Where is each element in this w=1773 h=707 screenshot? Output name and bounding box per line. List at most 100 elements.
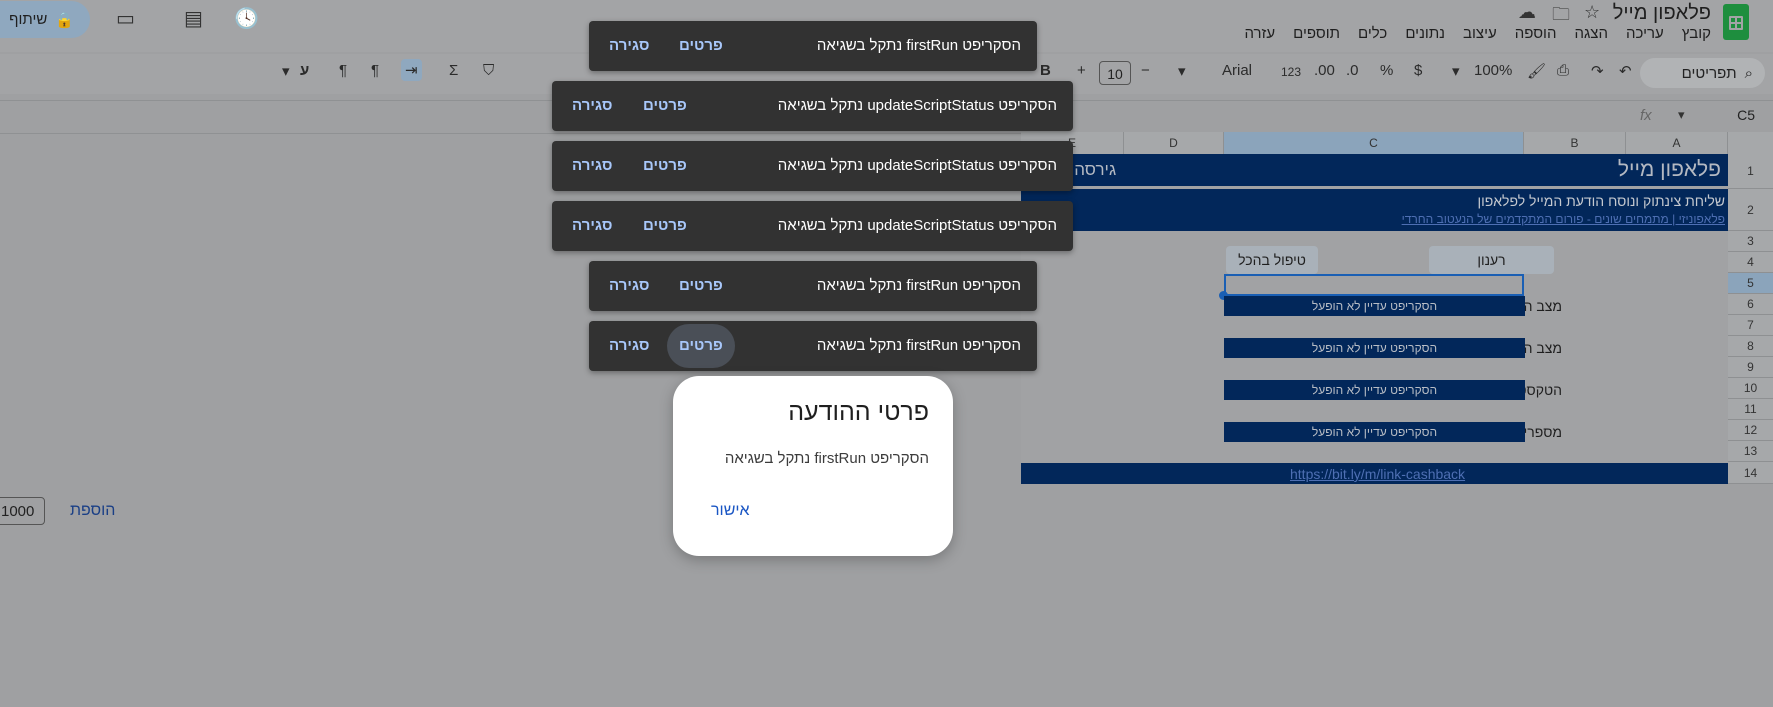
number-format-button[interactable]: 123 [1281,65,1301,79]
snackbar-close-button[interactable]: סגירה [609,261,650,311]
refresh-button[interactable]: רענון [1429,246,1554,274]
menu-help[interactable]: עזרה [1244,25,1275,42]
font-size-increase-icon[interactable]: + [1077,62,1086,79]
footer-link[interactable]: https://bit.ly/m/link-cashback [1290,466,1465,482]
text-direction-active-icon[interactable]: ⇥ [401,59,422,81]
menu-edit[interactable]: עריכה [1626,25,1664,42]
menu-data[interactable]: נתונים [1405,25,1445,42]
error-snackbar: הסקריפט updateScriptStatus נתקל בשגיאה פ… [552,141,1073,191]
font-size-input[interactable]: 10 [1099,61,1131,85]
zoom-select[interactable]: 100% [1474,62,1512,79]
currency-format-button[interactable]: $ [1414,62,1422,79]
menu-view[interactable]: הצגה [1574,25,1608,42]
row-header[interactable]: 5 [1728,273,1773,294]
handle-all-button[interactable]: טיפול בהכל [1226,246,1318,274]
star-icon[interactable]: ☆ [1584,2,1600,23]
menu-file[interactable]: קובץ [1682,25,1711,42]
message-details-dialog: פרטי ההודעה הסקריפט firstRun נתקל בשגיאה… [673,376,953,556]
lock-icon: 🔒 [55,11,74,29]
row-header[interactable]: 6 [1728,294,1773,315]
snackbar-details-button[interactable]: פרטים [643,141,687,191]
add-rows-button[interactable]: הוספת [70,502,115,520]
snackbar-details-button[interactable]: פרטים [643,201,687,251]
decrease-decimal-button[interactable]: .0 [1346,62,1359,79]
rows-count-input[interactable]: 1000 [0,497,45,525]
banner-subtitle: שליחת צינתוק ונוסח הודעת המייל לפלאפון [1477,193,1725,209]
bold-button[interactable]: B [1040,62,1051,79]
fx-label: fx [1640,107,1652,124]
menu-insert[interactable]: הוספה [1515,25,1557,42]
dialog-ok-button[interactable]: אישור [711,502,750,520]
error-snackbar: הסקריפט updateScriptStatus נתקל בשגיאה פ… [552,201,1073,251]
row-header[interactable]: 10 [1728,378,1773,399]
row-header[interactable]: 1 [1728,154,1773,189]
select-all-corner[interactable] [1728,132,1773,154]
column-header-d[interactable]: D [1124,132,1224,154]
menu-tools[interactable]: כלים [1358,25,1387,42]
rtl-icon[interactable]: ¶ [339,62,347,79]
percent-format-button[interactable]: % [1380,62,1393,79]
snackbar-message: הסקריפט firstRun נתקל בשגיאה [816,277,1021,294]
document-title[interactable]: פלאפון מייל [1613,2,1711,25]
snackbar-close-button[interactable]: סגירה [572,201,613,251]
banner-title: פלאפון מייל [1617,158,1721,181]
font-size-decrease-icon[interactable]: − [1141,62,1150,79]
menu-search[interactable]: תפריטים ⌕ [1640,58,1765,88]
row-header[interactable]: 13 [1728,441,1773,462]
comments-icon[interactable]: ▤ [184,6,203,31]
filter-icon[interactable]: ⛉ [483,62,494,79]
meet-icon[interactable]: ▭ [116,6,135,31]
snackbar-close-button[interactable]: סגירה [609,321,650,371]
status-value-search-text[interactable]: הסקריפט עדיין לא הופעל [1224,380,1525,400]
row-header[interactable]: 3 [1728,231,1773,252]
status-value-numbers[interactable]: הסקריפט עדיין לא הופעל [1224,422,1525,442]
print-icon[interactable]: ⎙ [1557,62,1569,79]
dialog-body: הסקריפט firstRun נתקל בשגיאה [724,450,929,467]
row-header[interactable]: 2 [1728,189,1773,231]
snackbar-close-button[interactable]: סגירה [609,21,650,71]
row-header[interactable]: 12 [1728,420,1773,441]
banner-links[interactable]: פלאפוניזי | מתמחים שונים - פורום המתקדמי… [1402,212,1725,226]
undo-icon[interactable]: ↶ [1619,62,1632,80]
menu-bar: קובץ עריכה הצגה הוספה עיצוב נתונים כלים … [1244,25,1711,42]
snackbar-message: הסקריפט updateScriptStatus נתקל בשגיאה [777,157,1057,174]
status-value-triggers[interactable]: הסקריפט עדיין לא הופעל [1224,296,1525,316]
snackbar-details-button[interactable]: פרטים [667,324,735,368]
snackbar-close-button[interactable]: סגירה [572,81,613,131]
snackbar-message: הסקריפט updateScriptStatus נתקל בשגיאה [777,97,1057,114]
chevron-down-icon: ▾ [1452,63,1460,80]
row-header[interactable]: 7 [1728,315,1773,336]
column-header-c[interactable]: C [1224,132,1524,154]
row-header[interactable]: 14 [1728,462,1773,484]
menu-search-label: תפריטים [1681,64,1737,82]
snackbar-details-button[interactable]: פרטים [679,21,723,71]
redo-icon[interactable]: ↷ [1591,62,1604,80]
rtl-letter-button[interactable]: ע [300,62,309,79]
status-value-system[interactable]: הסקריפט עדיין לא הופעל [1224,338,1525,358]
font-select[interactable]: Arial [1222,62,1252,79]
menu-format[interactable]: עיצוב [1463,25,1497,42]
error-snackbar: הסקריפט updateScriptStatus נתקל בשגיאה פ… [552,81,1073,131]
sheets-logo-icon[interactable] [1723,4,1749,40]
share-label: שיתוף [9,11,48,28]
chevron-down-icon: ▾ [1678,107,1685,122]
menu-extensions[interactable]: תוספים [1293,25,1340,42]
paint-format-icon[interactable]: 🖌 [1527,62,1546,80]
row-header[interactable]: 8 [1728,336,1773,357]
share-button[interactable]: שיתוף 🔒 [0,1,90,38]
functions-button[interactable]: Σ [449,62,458,79]
cloud-status-icon[interactable]: ☁ [1518,2,1536,23]
history-icon[interactable]: 🕓 [234,6,259,31]
row-header[interactable]: 9 [1728,357,1773,378]
increase-decimal-button[interactable]: .00 [1314,62,1335,79]
row-header[interactable]: 4 [1728,252,1773,273]
ltr-icon[interactable]: ¶ [371,62,379,79]
column-header-b[interactable]: B [1524,132,1626,154]
name-box[interactable]: C5 [1737,107,1755,123]
snackbar-close-button[interactable]: סגירה [572,141,613,191]
active-cell[interactable] [1224,274,1524,296]
snackbar-details-button[interactable]: פרטים [679,261,723,311]
row-header[interactable]: 11 [1728,399,1773,420]
snackbar-details-button[interactable]: פרטים [643,81,687,131]
column-header-a[interactable]: A [1626,132,1728,154]
